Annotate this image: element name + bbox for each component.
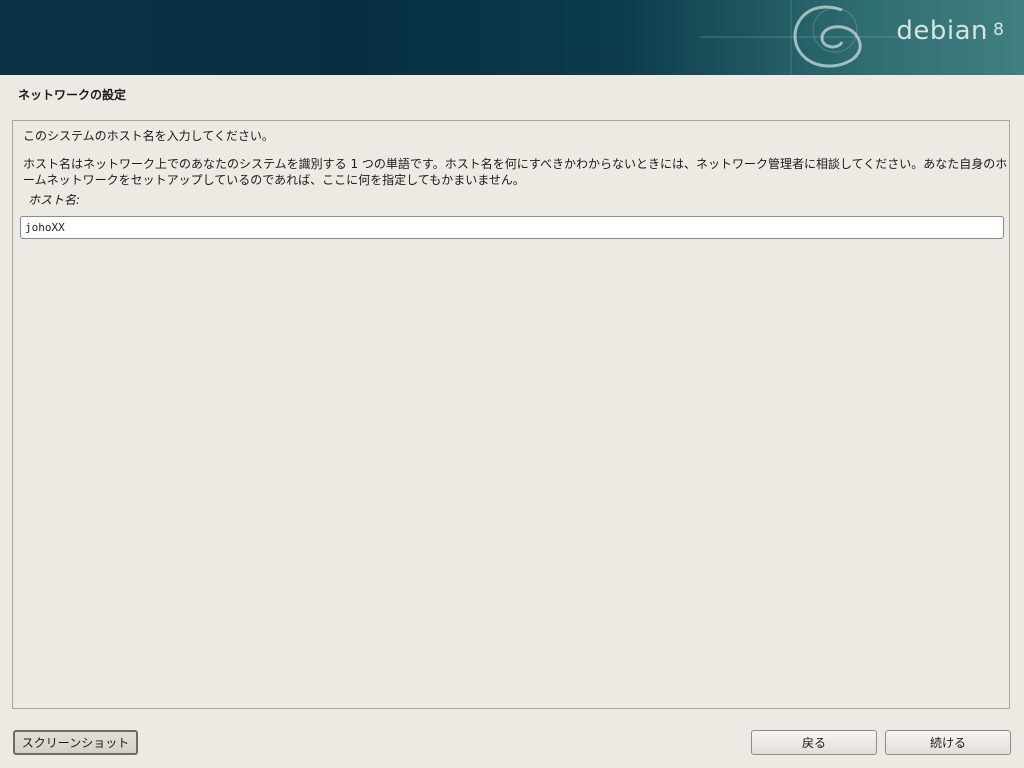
hostname-label: ホスト名: xyxy=(28,193,81,207)
debian-logo-text: debian xyxy=(896,16,988,46)
header-banner: debian 8 xyxy=(0,0,1024,75)
hostname-prompt: このシステムのホスト名を入力してください。 xyxy=(23,129,274,143)
screenshot-button[interactable]: スクリーンショット xyxy=(13,730,138,755)
back-button[interactable]: 戻る xyxy=(751,730,877,755)
step-title: ネットワークの設定 xyxy=(18,88,127,102)
continue-button[interactable]: 続ける xyxy=(885,730,1011,755)
content-panel: このシステムのホスト名を入力してください。 ホスト名はネットワーク上でのあなたの… xyxy=(12,120,1010,709)
hostname-input[interactable] xyxy=(20,216,1004,239)
debian-version: 8 xyxy=(993,20,1004,40)
hostname-description: ホスト名はネットワーク上でのあなたのシステムを識別する 1 つの単語です。ホスト… xyxy=(23,157,1008,187)
debian-swirl-icon xyxy=(700,0,900,75)
